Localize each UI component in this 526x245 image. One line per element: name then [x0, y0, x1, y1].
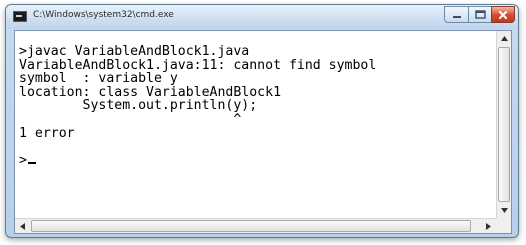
title-bar[interactable]: C:\Windows\system32\cmd.exe — [6, 5, 518, 29]
console-line: symbol : variable y — [19, 71, 178, 87]
window-title: C:\Windows\system32\cmd.exe — [33, 10, 174, 20]
vertical-scrollbar[interactable] — [496, 31, 511, 218]
close-icon — [498, 10, 508, 19]
minimize-icon — [452, 15, 461, 18]
scroll-down-button[interactable] — [497, 203, 511, 218]
arrow-right-icon — [486, 223, 491, 230]
horizontal-scroll-thumb[interactable] — [31, 220, 471, 232]
console-line: System.out.println(y); — [19, 98, 258, 114]
minimize-button[interactable] — [444, 6, 469, 23]
cmd-window: C:\Windows\system32\cmd.exe >javac Varia… — [5, 4, 519, 238]
maximize-icon — [474, 10, 486, 19]
prompt-line[interactable]: > — [19, 152, 495, 168]
maximize-button[interactable] — [468, 6, 492, 23]
arrow-down-icon — [501, 208, 508, 213]
console-line: >javac VariableAndBlock1.java — [19, 44, 250, 59]
scroll-left-button[interactable] — [15, 219, 30, 233]
arrow-left-icon — [20, 223, 25, 230]
horizontal-scrollbar[interactable] — [15, 218, 496, 233]
vertical-scroll-thumb[interactable] — [498, 47, 510, 202]
console-line: location: class VariableAndBlock1 — [19, 84, 282, 100]
resize-grip[interactable] — [496, 218, 511, 233]
close-button[interactable] — [491, 6, 515, 23]
console-line: 1 error — [19, 125, 75, 141]
console-text: >javac VariableAndBlock1.java VariableAn… — [19, 45, 495, 167]
console-line: ^ — [19, 111, 242, 127]
console-line: VariableAndBlock1.java:11: cannot find s… — [19, 57, 377, 73]
text-cursor — [27, 161, 36, 164]
scroll-right-button[interactable] — [481, 219, 496, 233]
console-icon[interactable] — [13, 11, 27, 22]
console-output-area[interactable]: >javac VariableAndBlock1.java VariableAn… — [14, 30, 512, 234]
arrow-up-icon — [501, 36, 508, 41]
prompt-text: > — [19, 152, 27, 168]
scroll-up-button[interactable] — [497, 31, 511, 46]
